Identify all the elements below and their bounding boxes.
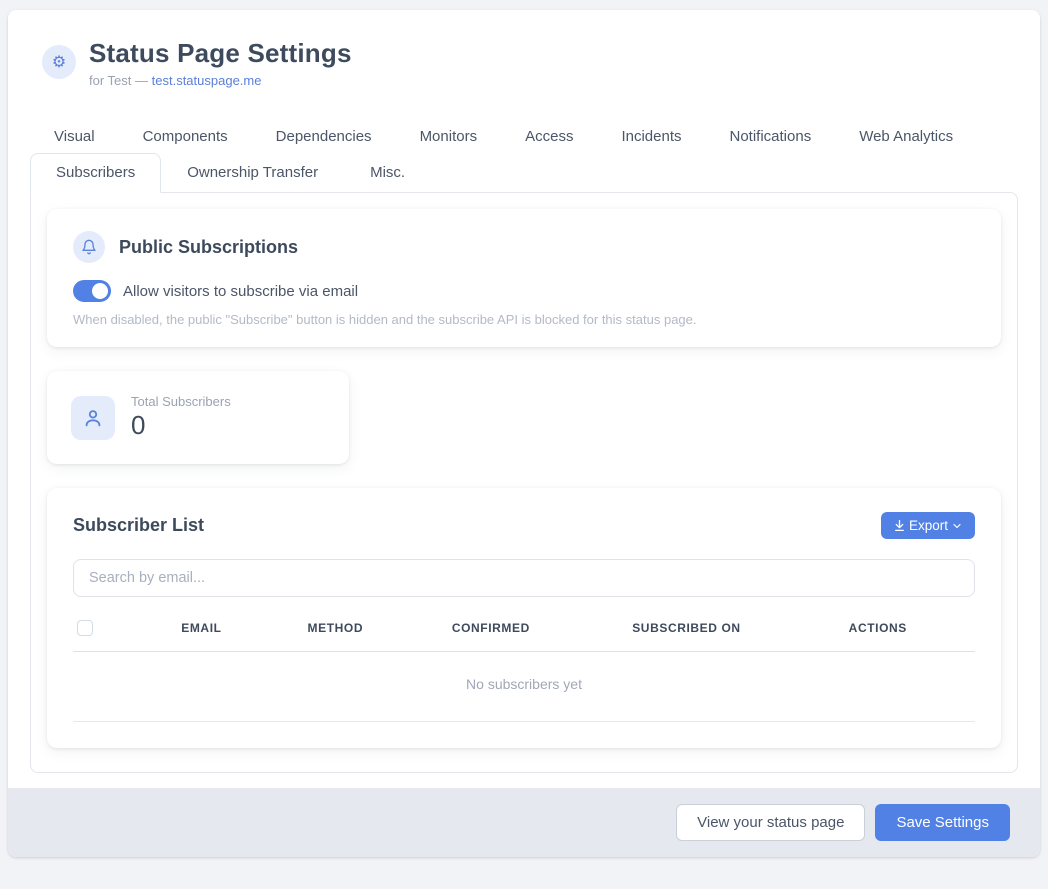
- column-method: METHOD: [308, 621, 452, 635]
- subscriber-list-title: Subscriber List: [73, 515, 204, 536]
- stat-text: Total Subscribers 0: [131, 394, 231, 441]
- gear-icon: ⚙: [42, 45, 76, 79]
- tab-incidents[interactable]: Incidents: [597, 120, 705, 153]
- column-email: EMAIL: [181, 621, 307, 635]
- public-subscriptions-header: Public Subscriptions: [73, 231, 975, 263]
- toggle-helper-text: When disabled, the public "Subscribe" bu…: [73, 312, 975, 327]
- table-header-row: EMAIL METHOD CONFIRMED SUBSCRIBED ON ACT…: [73, 619, 975, 652]
- tab-monitors[interactable]: Monitors: [396, 120, 502, 153]
- chevron-down-icon: [951, 520, 963, 532]
- tab-web-analytics[interactable]: Web Analytics: [835, 120, 977, 153]
- subscriber-list-card: Subscriber List Export: [47, 488, 1001, 748]
- tab-notifications[interactable]: Notifications: [706, 120, 836, 153]
- total-subscribers-label: Total Subscribers: [131, 394, 231, 409]
- empty-state: No subscribers yet: [73, 652, 975, 722]
- checkbox-column: [73, 619, 181, 637]
- column-subscribed-on: SUBSCRIBED ON: [632, 621, 848, 635]
- download-icon: [893, 519, 906, 532]
- public-subscriptions-title: Public Subscriptions: [119, 237, 298, 258]
- subscriber-table: EMAIL METHOD CONFIRMED SUBSCRIBED ON ACT…: [73, 619, 975, 722]
- column-confirmed: CONFIRMED: [452, 621, 632, 635]
- page-header: ⚙ Status Page Settings for Test — test.s…: [8, 10, 1040, 88]
- total-subscribers-value: 0: [131, 410, 231, 441]
- page-title: Status Page Settings: [89, 38, 352, 69]
- total-subscribers-card: Total Subscribers 0: [47, 371, 349, 464]
- view-status-page-button[interactable]: View your status page: [676, 804, 865, 841]
- tab-subscribers[interactable]: Subscribers: [30, 153, 161, 193]
- allow-subscribe-toggle[interactable]: [73, 280, 111, 302]
- header-text: Status Page Settings for Test — test.sta…: [89, 38, 352, 88]
- toggle-knob: [92, 283, 108, 299]
- tab-access[interactable]: Access: [501, 120, 597, 153]
- page-subtitle: for Test — test.statuspage.me: [89, 73, 352, 88]
- export-button[interactable]: Export: [881, 512, 975, 539]
- tab-row-1: Visual Components Dependencies Monitors …: [30, 120, 1018, 153]
- footer-bar: View your status page Save Settings: [8, 788, 1040, 857]
- tab-visual[interactable]: Visual: [30, 120, 119, 153]
- status-page-link[interactable]: test.statuspage.me: [152, 73, 262, 88]
- subscribers-tab-panel: Public Subscriptions Allow visitors to s…: [30, 192, 1018, 773]
- tab-components[interactable]: Components: [119, 120, 252, 153]
- export-label: Export: [909, 518, 948, 533]
- save-settings-button[interactable]: Save Settings: [875, 804, 1010, 841]
- settings-card: ⚙ Status Page Settings for Test — test.s…: [8, 10, 1040, 857]
- tab-misc[interactable]: Misc.: [344, 153, 431, 192]
- user-icon: [71, 396, 115, 440]
- subscribe-toggle-row: Allow visitors to subscribe via email: [73, 280, 975, 302]
- bell-icon: [73, 231, 105, 263]
- tab-row-2: Subscribers Ownership Transfer Misc.: [30, 153, 1018, 192]
- tab-bar: Visual Components Dependencies Monitors …: [30, 120, 1018, 192]
- tab-ownership-transfer[interactable]: Ownership Transfer: [161, 153, 344, 192]
- subtitle-text: for Test —: [89, 73, 152, 88]
- subscriber-list-header: Subscriber List Export: [73, 512, 975, 539]
- select-all-checkbox[interactable]: [77, 620, 93, 636]
- search-input[interactable]: [73, 559, 975, 597]
- public-subscriptions-card: Public Subscriptions Allow visitors to s…: [47, 209, 1001, 347]
- column-actions: ACTIONS: [849, 621, 975, 635]
- toggle-label: Allow visitors to subscribe via email: [123, 283, 358, 300]
- tab-dependencies[interactable]: Dependencies: [252, 120, 396, 153]
